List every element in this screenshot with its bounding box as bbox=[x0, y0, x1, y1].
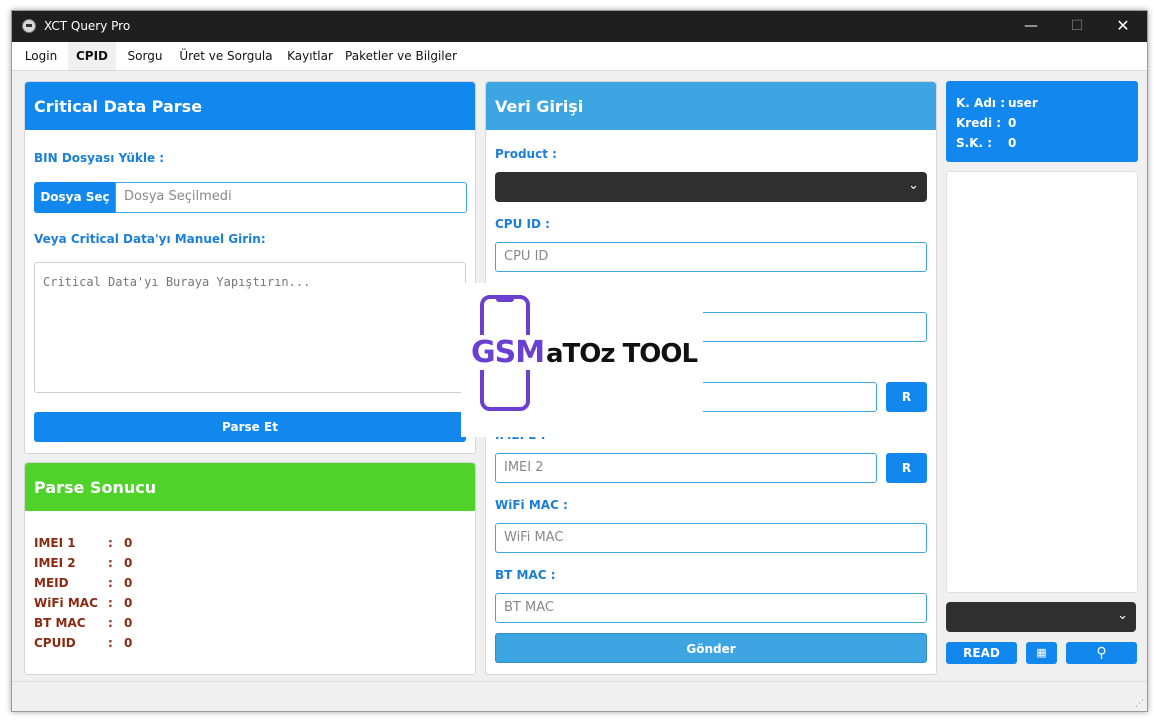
parse-button[interactable]: Parse Et bbox=[34, 412, 466, 442]
parse-result-title: Parse Sonucu bbox=[25, 463, 475, 511]
product-select[interactable]: ⌄ bbox=[495, 172, 927, 202]
tab-login[interactable]: Login bbox=[16, 42, 66, 70]
grid-button[interactable]: ▦ bbox=[1026, 642, 1057, 664]
resize-grip-icon[interactable]: ⋰ bbox=[1135, 699, 1144, 709]
sk-row: S.K. :0 bbox=[956, 136, 1017, 150]
tab-bar: Login CPID Sorgu Üret ve Sorgula Kayıtla… bbox=[12, 42, 1147, 71]
critical-data-title: Critical Data Parse bbox=[25, 82, 475, 130]
watermark-gsm-text: GSM bbox=[471, 335, 545, 370]
result-row: CPUID:0 bbox=[34, 636, 133, 650]
minimize-button[interactable]: — bbox=[1008, 11, 1054, 42]
watermark-tool-text: aTOz TOOL bbox=[546, 339, 698, 369]
result-row: IMEI 2:0 bbox=[34, 556, 133, 570]
app-window: XCT Query Pro — ☐ ✕ Login CPID Sorgu Üre… bbox=[11, 10, 1148, 712]
imei2-random-button[interactable]: R bbox=[886, 453, 927, 483]
search-icon: ⚲ bbox=[1096, 645, 1107, 661]
choose-file-button[interactable]: Dosya Seç bbox=[34, 182, 116, 213]
close-button[interactable]: ✕ bbox=[1100, 11, 1146, 42]
read-button[interactable]: READ bbox=[946, 642, 1017, 664]
watermark-logo: GSM aTOz TOOL bbox=[461, 283, 703, 437]
grid-icon: ▦ bbox=[1036, 646, 1047, 659]
tab-sorgu[interactable]: Sorgu bbox=[118, 42, 172, 70]
bt-mac-input[interactable]: BT MAC bbox=[495, 593, 927, 623]
bin-file-label: BIN Dosyası Yükle : bbox=[34, 151, 165, 165]
send-button[interactable]: Gönder bbox=[495, 633, 927, 663]
search-button[interactable]: ⚲ bbox=[1066, 642, 1137, 664]
manual-entry-label: Veya Critical Data'yı Manuel Girin: bbox=[34, 232, 266, 246]
chevron-down-icon: ⌄ bbox=[1117, 608, 1128, 623]
app-icon bbox=[22, 19, 36, 33]
maximize-button[interactable]: ☐ bbox=[1054, 11, 1100, 42]
result-row: MEID:0 bbox=[34, 576, 133, 590]
bt-mac-label: BT MAC : bbox=[495, 568, 556, 582]
cpu-id-label: CPU ID : bbox=[495, 217, 550, 231]
critical-data-panel: Critical Data Parse BIN Dosyası Yükle : … bbox=[24, 81, 476, 454]
imei2-input[interactable]: IMEI 2 bbox=[495, 453, 877, 483]
status-bar: ⋰ bbox=[12, 681, 1147, 711]
tab-uret-ve-sorgula[interactable]: Üret ve Sorgula bbox=[174, 42, 278, 70]
chevron-down-icon: ⌄ bbox=[908, 178, 919, 193]
wifi-mac-label: WiFi MAC : bbox=[495, 498, 568, 512]
result-row: WiFi MAC:0 bbox=[34, 596, 133, 610]
tab-paketler[interactable]: Paketler ve Bilgiler bbox=[342, 42, 460, 70]
result-row: BT MAC:0 bbox=[34, 616, 133, 630]
port-select[interactable]: ⌄ bbox=[946, 602, 1136, 632]
credit-row: Kredi :0 bbox=[956, 116, 1017, 130]
username-row: K. Adı : user bbox=[956, 96, 1038, 110]
tab-kayitlar[interactable]: Kayıtlar bbox=[280, 42, 340, 70]
tab-cpid[interactable]: CPID bbox=[68, 42, 116, 70]
log-panel[interactable] bbox=[946, 171, 1138, 593]
title-bar: XCT Query Pro — ☐ ✕ bbox=[12, 11, 1147, 42]
wifi-mac-input[interactable]: WiFi MAC bbox=[495, 523, 927, 553]
critical-data-textarea[interactable]: Critical Data'yı Buraya Yapıştırın... bbox=[34, 262, 466, 393]
parse-result-panel: Parse Sonucu IMEI 1:0 IMEI 2:0 MEID:0 Wi… bbox=[24, 462, 476, 675]
result-row: IMEI 1:0 bbox=[34, 536, 133, 550]
file-name-field[interactable]: Dosya Seçilmedi bbox=[115, 182, 467, 213]
imei1-random-button[interactable]: R bbox=[886, 382, 927, 412]
window-title: XCT Query Pro bbox=[44, 19, 131, 33]
user-info-panel: K. Adı : user Kredi :0 S.K. :0 bbox=[946, 81, 1138, 162]
data-entry-title: Veri Girişi bbox=[486, 82, 936, 130]
product-label: Product : bbox=[495, 147, 557, 161]
cpu-id-input[interactable]: CPU ID bbox=[495, 242, 927, 272]
